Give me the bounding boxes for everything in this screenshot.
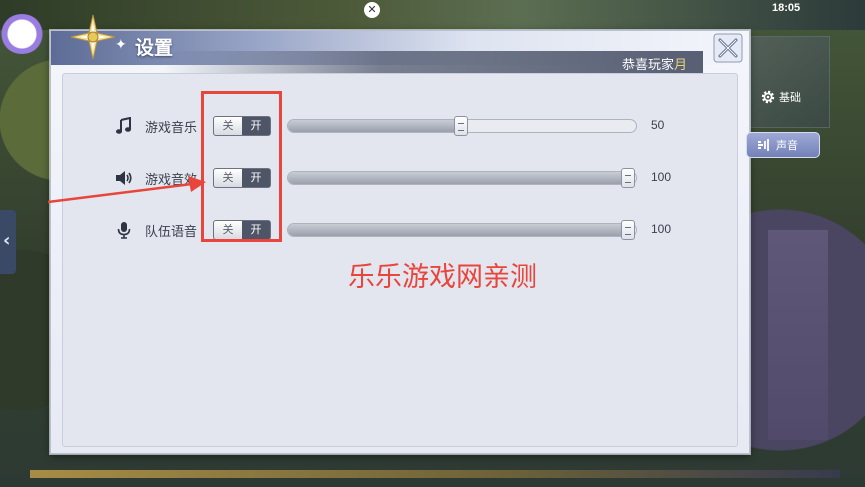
setting-row-music: 游戏音乐 关 开 50 xyxy=(63,111,739,141)
minimap[interactable] xyxy=(750,36,830,128)
gamepad-icon[interactable] xyxy=(0,14,44,54)
tab-label: 基础 xyxy=(779,91,801,104)
tab-sound[interactable]: 声音 xyxy=(746,132,820,158)
compass-star-emblem-icon xyxy=(70,14,116,60)
tab-label: 声音 xyxy=(776,139,798,152)
greeting-player-name: 月 xyxy=(673,58,687,73)
title-decoration-icon: ✦ xyxy=(115,37,127,53)
greeting-prefix: 恭喜玩家 xyxy=(621,58,674,73)
background-side-menu xyxy=(768,230,828,440)
top-hud-strip xyxy=(0,0,865,30)
microphone-icon xyxy=(117,222,131,239)
music-volume-slider[interactable] xyxy=(287,116,637,136)
greeting-text: 恭喜玩家月 xyxy=(622,54,687,73)
gear-icon xyxy=(761,90,775,104)
watermark-text: 乐乐游戏网亲测 xyxy=(348,262,537,293)
slider-fill xyxy=(288,120,461,132)
annotation-highlight-box xyxy=(201,91,282,242)
sound-effects-volume-slider[interactable] xyxy=(287,168,637,188)
music-note-icon xyxy=(116,117,131,134)
close-button[interactable] xyxy=(713,33,743,63)
sound-wave-icon xyxy=(758,139,769,151)
clock: 18:05 xyxy=(772,2,801,14)
slider-thumb[interactable] xyxy=(621,220,635,240)
setting-label: 游戏音乐 xyxy=(145,121,198,136)
slider-value: 100 xyxy=(651,170,672,184)
experience-bar xyxy=(30,470,840,478)
slider-thumb[interactable] xyxy=(621,168,635,188)
slider-fill xyxy=(288,172,634,184)
expand-left-panel-button[interactable] xyxy=(0,210,16,274)
slider-thumb[interactable] xyxy=(454,116,468,136)
annotation-arrow-icon xyxy=(47,176,206,204)
setting-row-team-voice: 队伍语音 关 开 100 xyxy=(63,215,739,245)
slider-fill xyxy=(288,224,634,236)
team-voice-volume-slider[interactable] xyxy=(287,220,637,240)
slider-value: 50 xyxy=(651,118,665,132)
slider-value: 100 xyxy=(651,222,672,236)
greeting-banner: 恭喜玩家月 xyxy=(163,51,703,73)
setting-label: 队伍语音 xyxy=(145,225,198,240)
hud-close-icon[interactable]: ✕ xyxy=(364,2,380,18)
settings-dialog: ✦ 设置 恭喜玩家月 游戏音乐 关 开 50 游戏音效 关 开 100 队伍语音… xyxy=(50,14,750,454)
tab-basic[interactable]: 基础 xyxy=(756,86,820,108)
